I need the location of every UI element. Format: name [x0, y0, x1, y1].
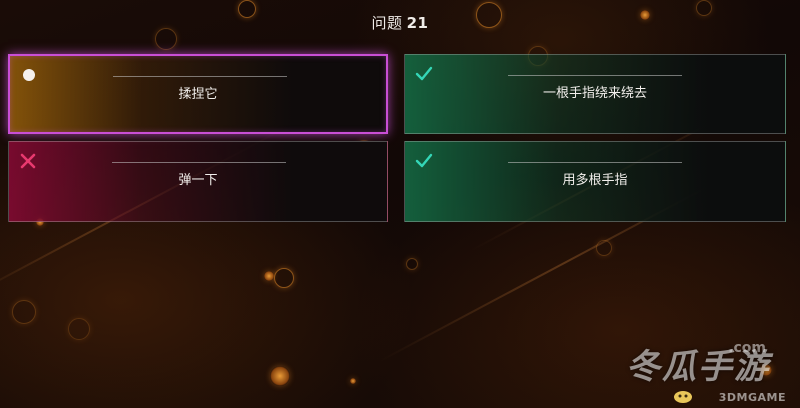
site-watermark: .com 冬瓜手游 3DMGAME — [590, 338, 790, 404]
answer-option-4[interactable]: 用多根手指 — [404, 141, 786, 222]
bokeh-particle — [596, 240, 612, 256]
watermark-main: 冬瓜手游 — [626, 347, 770, 387]
bokeh-particle — [270, 366, 290, 386]
divider — [112, 162, 286, 163]
watermark-sub: 3DMGAME — [718, 391, 786, 404]
bokeh-particle — [264, 271, 274, 281]
bokeh-particle — [760, 364, 772, 376]
bokeh-particle — [12, 300, 36, 324]
bokeh-particle — [274, 268, 294, 288]
question-prefix: 问题 — [371, 14, 403, 32]
answer-label: 弹一下 — [178, 173, 218, 188]
answer-option-1[interactable]: 揉捏它 — [8, 54, 388, 134]
watermark-domain: .com — [728, 340, 766, 356]
bokeh-particle — [406, 258, 418, 270]
question-title: 问题 21 — [0, 12, 800, 33]
answer-label: 用多根手指 — [562, 173, 628, 188]
answer-label: 揉捏它 — [178, 87, 218, 102]
divider — [508, 162, 682, 163]
check-icon — [415, 66, 433, 81]
dot-icon — [23, 69, 35, 81]
answer-option-3[interactable]: 弹一下 — [8, 141, 388, 222]
mascot-icon — [674, 391, 692, 403]
bokeh-particle — [350, 378, 356, 384]
cross-icon — [20, 153, 36, 169]
answer-option-2[interactable]: 一根手指绕来绕去 — [404, 54, 786, 134]
divider — [113, 76, 287, 77]
question-number: 21 — [406, 14, 429, 32]
check-icon — [415, 153, 433, 168]
bokeh-particle — [68, 318, 90, 340]
divider — [508, 75, 682, 76]
answer-label: 一根手指绕来绕去 — [542, 86, 647, 101]
